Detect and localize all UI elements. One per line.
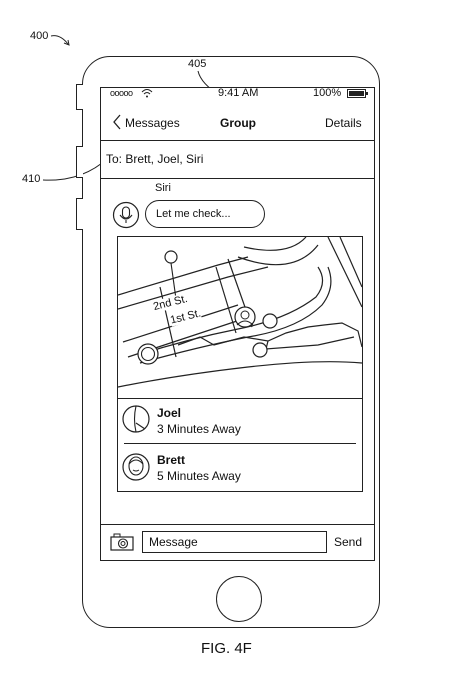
joel-avatar-icon — [122, 405, 150, 433]
figure-caption: FIG. 4F — [201, 640, 252, 657]
siri-message-bubble: Let me check... — [145, 200, 265, 228]
message-input[interactable]: Message — [142, 531, 327, 553]
signal-indicator: ooooo — [110, 88, 133, 98]
people-divider — [124, 443, 356, 444]
chevron-left-icon[interactable] — [112, 114, 122, 130]
battery-percent: 100% — [313, 87, 342, 99]
ref-400-arrow — [50, 35, 70, 46]
conversation-title: Group — [220, 116, 256, 130]
microphone-icon — [112, 201, 140, 229]
send-button[interactable]: Send — [334, 535, 362, 549]
side-button-volume-down[interactable] — [76, 198, 83, 230]
ref-numeral-400: 400 — [30, 30, 49, 42]
person-eta: 3 Minutes Away — [157, 422, 241, 436]
recipients-field[interactable]: To: Brett, Joel, Siri — [106, 152, 203, 166]
side-button-volume-up[interactable] — [76, 146, 83, 178]
camera-icon[interactable] — [110, 533, 134, 551]
side-button-mute[interactable] — [76, 84, 83, 110]
home-button[interactable] — [216, 576, 262, 622]
map-view[interactable] — [118, 237, 362, 397]
nav-divider — [101, 140, 374, 141]
back-button[interactable]: Messages — [125, 116, 180, 130]
status-time: 9:41 AM — [218, 87, 259, 99]
sender-name: Siri — [155, 182, 171, 194]
person-name: Brett — [157, 453, 186, 467]
brett-avatar-icon — [122, 453, 150, 481]
wifi-icon — [141, 89, 153, 98]
battery-icon — [347, 89, 368, 98]
person-eta: 5 Minutes Away — [157, 469, 241, 483]
compose-divider — [101, 524, 374, 525]
details-button[interactable]: Details — [325, 116, 362, 130]
person-name: Joel — [157, 406, 182, 420]
recipients-divider — [101, 178, 374, 179]
map-divider — [118, 398, 362, 399]
ref-numeral-410: 410 — [22, 173, 41, 185]
